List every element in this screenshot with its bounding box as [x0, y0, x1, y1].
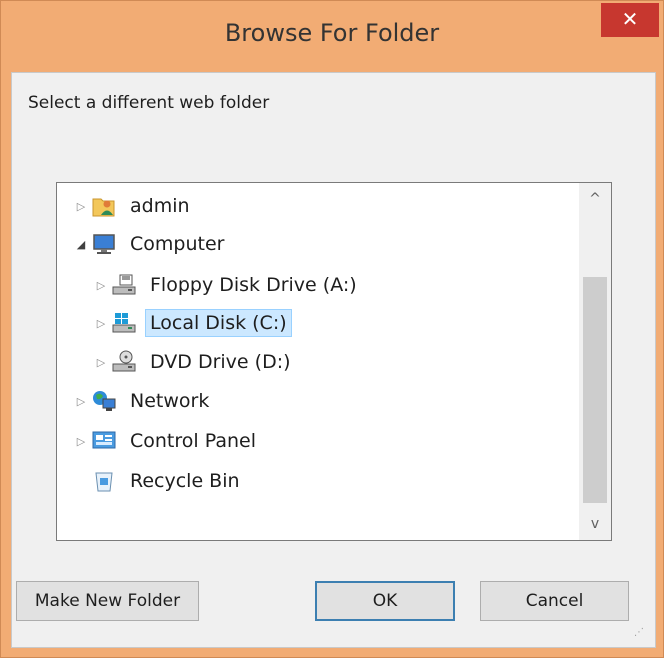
tree-item-label: Floppy Disk Drive (A:): [150, 274, 357, 296]
close-icon: ✕: [621, 7, 639, 31]
user-folder-icon: [91, 194, 117, 218]
tree-item-label: Local Disk (C:): [145, 309, 292, 337]
ok-button[interactable]: OK: [315, 581, 455, 621]
folder-tree[interactable]: ▷ admin ◢ Computer ▷ Floppy Disk Drive (…: [56, 182, 612, 541]
dialog-body: Select a different web folder ▷ admin ◢ …: [11, 72, 656, 648]
expand-arrow-icon[interactable]: ▷: [75, 200, 87, 213]
tree-item-computer[interactable]: ◢ Computer: [75, 226, 229, 262]
tree-item-label: Network: [130, 390, 210, 412]
tree-item-label: DVD Drive (D:): [150, 351, 291, 373]
tree-item-admin[interactable]: ▷ admin: [75, 188, 195, 224]
expand-arrow-icon[interactable]: ▷: [75, 395, 87, 408]
scroll-up-button[interactable]: ^: [579, 183, 611, 215]
resize-grip-icon[interactable]: ⋰: [634, 627, 644, 638]
make-new-folder-button[interactable]: Make New Folder: [16, 581, 199, 621]
recycle-bin-icon: [91, 469, 117, 493]
tree-item-local-disk-c[interactable]: ▷ Local Disk (C:): [95, 305, 292, 341]
tree-item-label: Computer: [130, 233, 225, 255]
tree-item-label: Control Panel: [130, 430, 256, 452]
cancel-button[interactable]: Cancel: [480, 581, 629, 621]
folder-tree-content: ▷ admin ◢ Computer ▷ Floppy Disk Drive (…: [57, 183, 571, 540]
scrollbar-thumb[interactable]: [583, 277, 607, 503]
chevron-up-icon: ^: [589, 191, 601, 207]
tree-item-label: admin: [130, 195, 190, 217]
tree-item-control-panel[interactable]: ▷ Control Panel: [75, 423, 261, 459]
floppy-drive-icon: [111, 273, 137, 297]
expand-arrow-icon[interactable]: ▷: [95, 279, 107, 292]
browse-folder-dialog: Browse For Folder ✕ Select a different w…: [0, 0, 664, 658]
expand-arrow-icon[interactable]: ▷: [95, 317, 107, 330]
tree-item-recycle-bin[interactable]: Recycle Bin: [91, 463, 245, 499]
prompt-text: Select a different web folder: [28, 93, 270, 113]
scroll-down-button[interactable]: v: [579, 508, 611, 540]
close-button[interactable]: ✕: [601, 3, 659, 37]
title-bar[interactable]: Browse For Folder ✕: [1, 1, 663, 73]
dvd-drive-icon: [111, 350, 137, 374]
dialog-title: Browse For Folder: [224, 19, 440, 47]
tree-item-network[interactable]: ▷ Network: [75, 383, 214, 419]
control-panel-icon: [91, 429, 117, 453]
chevron-down-icon: v: [590, 516, 600, 532]
tree-item-label: Recycle Bin: [130, 470, 240, 492]
vertical-scrollbar[interactable]: ^ v: [579, 183, 611, 540]
network-icon: [91, 389, 117, 413]
local-disk-icon: [111, 311, 137, 335]
computer-icon: [91, 232, 117, 256]
tree-item-dvd-drive[interactable]: ▷ DVD Drive (D:): [95, 344, 296, 380]
tree-item-floppy-drive[interactable]: ▷ Floppy Disk Drive (A:): [95, 267, 362, 303]
expand-arrow-icon[interactable]: ▷: [95, 356, 107, 369]
collapse-arrow-icon[interactable]: ◢: [75, 238, 87, 251]
expand-arrow-icon[interactable]: ▷: [75, 435, 87, 448]
